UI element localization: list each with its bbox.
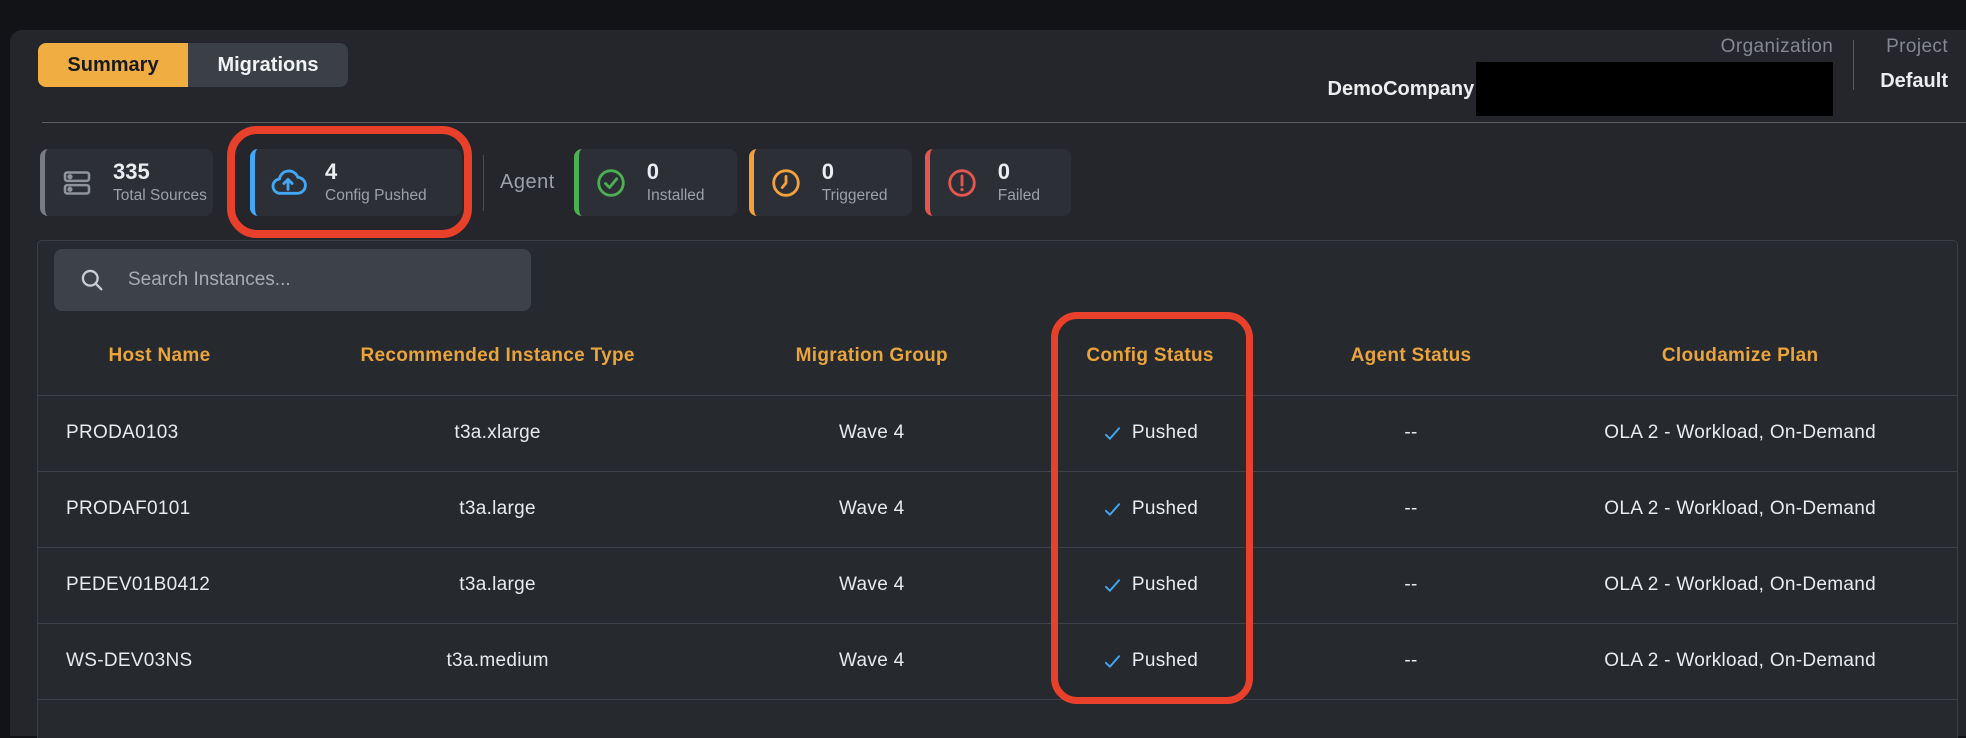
cell-host-name: PRODA0103	[38, 395, 253, 471]
total-sources-label: Total Sources	[113, 187, 207, 205]
instances-panel: Host Name Recommended Instance Type Migr…	[37, 240, 1958, 738]
cell-agent-status: --	[1299, 395, 1524, 471]
cell-host-name: WS-DEV03NS	[38, 623, 253, 699]
cell-cloudamize-plan: OLA 2 - Workload, On-Demand	[1523, 395, 1957, 471]
stats-row: 335 Total Sources 4 Config Pushed Agent …	[40, 149, 1071, 216]
tab-migrations[interactable]: Migrations	[188, 43, 348, 87]
check-icon	[1102, 499, 1123, 520]
search-icon	[78, 266, 106, 294]
check-circle-icon	[593, 165, 629, 201]
cell-config-status: Pushed	[1001, 547, 1298, 623]
check-icon	[1102, 575, 1123, 596]
organization-block: Organization DemoCompany	[1328, 36, 1834, 116]
project-block: Project Default	[1880, 36, 1948, 93]
agent-group-divider	[483, 155, 484, 211]
view-tabs: Summary Migrations	[38, 43, 348, 87]
cell-instance-type: t3a.large	[253, 471, 742, 547]
cell-agent-status: --	[1299, 623, 1524, 699]
column-instance-type: Recommended Instance Type	[253, 317, 742, 395]
check-icon	[1102, 423, 1123, 444]
column-host-name: Host Name	[38, 317, 253, 395]
cell-instance-type: t3a.large	[253, 547, 742, 623]
cell-migration-group: Wave 4	[742, 395, 1001, 471]
server-icon	[59, 165, 95, 201]
table-header-row: Host Name Recommended Instance Type Migr…	[38, 317, 1957, 395]
column-config-status: Config Status	[1001, 317, 1298, 395]
cell-config-status: Pushed	[1001, 623, 1298, 699]
triggered-value: 0	[822, 160, 888, 184]
cell-config-status: Pushed	[1001, 395, 1298, 471]
header-divider	[42, 122, 1966, 123]
total-sources-card[interactable]: 335 Total Sources	[40, 149, 213, 216]
agent-triggered-card[interactable]: 0 Triggered	[749, 149, 912, 216]
cloud-upload-icon	[269, 164, 307, 202]
installed-value: 0	[647, 160, 705, 184]
installed-label: Installed	[647, 187, 705, 205]
agent-failed-card[interactable]: 0 Failed	[925, 149, 1071, 216]
total-sources-value: 335	[113, 160, 207, 184]
cell-host-name: PRODAF0101	[38, 471, 253, 547]
search-input[interactable]	[128, 269, 508, 291]
check-icon	[1102, 651, 1123, 672]
cell-agent-status: --	[1299, 471, 1524, 547]
instances-table: Host Name Recommended Instance Type Migr…	[38, 317, 1957, 733]
project-label: Project	[1886, 36, 1948, 58]
redaction-box	[1476, 62, 1833, 116]
failed-label: Failed	[998, 187, 1040, 205]
tab-summary[interactable]: Summary	[38, 43, 188, 87]
agent-group-label: Agent	[500, 171, 555, 194]
alert-circle-icon	[944, 165, 980, 201]
triggered-label: Triggered	[822, 187, 888, 205]
cell-migration-group: Wave 4	[742, 547, 1001, 623]
search-box[interactable]	[54, 249, 531, 311]
failed-value: 0	[998, 160, 1040, 184]
account-divider	[1853, 40, 1854, 90]
column-migration-group: Migration Group	[742, 317, 1001, 395]
table-row: PRODA0103 t3a.xlarge Wave 4 Pushed -- OL…	[38, 395, 1957, 471]
table-row-partial	[38, 699, 1957, 733]
cell-instance-type: t3a.xlarge	[253, 395, 742, 471]
config-pushed-card[interactable]: 4 Config Pushed	[250, 149, 462, 216]
organization-label: Organization	[1721, 36, 1834, 58]
config-pushed-value: 4	[325, 160, 427, 184]
cell-cloudamize-plan: OLA 2 - Workload, On-Demand	[1523, 547, 1957, 623]
column-agent-status: Agent Status	[1299, 317, 1524, 395]
cell-agent-status: --	[1299, 547, 1524, 623]
cell-host-name: PEDEV01B0412	[38, 547, 253, 623]
cell-migration-group: Wave 4	[742, 471, 1001, 547]
cell-instance-type: t3a.medium	[253, 623, 742, 699]
cell-migration-group: Wave 4	[742, 623, 1001, 699]
clock-icon	[768, 165, 804, 201]
account-context: Organization DemoCompany Project Default	[1328, 36, 1949, 116]
table-row: PRODAF0101 t3a.large Wave 4 Pushed -- OL…	[38, 471, 1957, 547]
table-row: PEDEV01B0412 t3a.large Wave 4 Pushed -- …	[38, 547, 1957, 623]
cell-config-status: Pushed	[1001, 471, 1298, 547]
config-pushed-label: Config Pushed	[325, 187, 427, 205]
table-row: WS-DEV03NS t3a.medium Wave 4 Pushed -- O…	[38, 623, 1957, 699]
cell-cloudamize-plan: OLA 2 - Workload, On-Demand	[1523, 623, 1957, 699]
project-value: Default	[1880, 70, 1948, 93]
column-cloudamize-plan: Cloudamize Plan	[1523, 317, 1957, 395]
organization-value: DemoCompany	[1328, 78, 1475, 101]
cell-cloudamize-plan: OLA 2 - Workload, On-Demand	[1523, 471, 1957, 547]
agent-installed-card[interactable]: 0 Installed	[574, 149, 737, 216]
